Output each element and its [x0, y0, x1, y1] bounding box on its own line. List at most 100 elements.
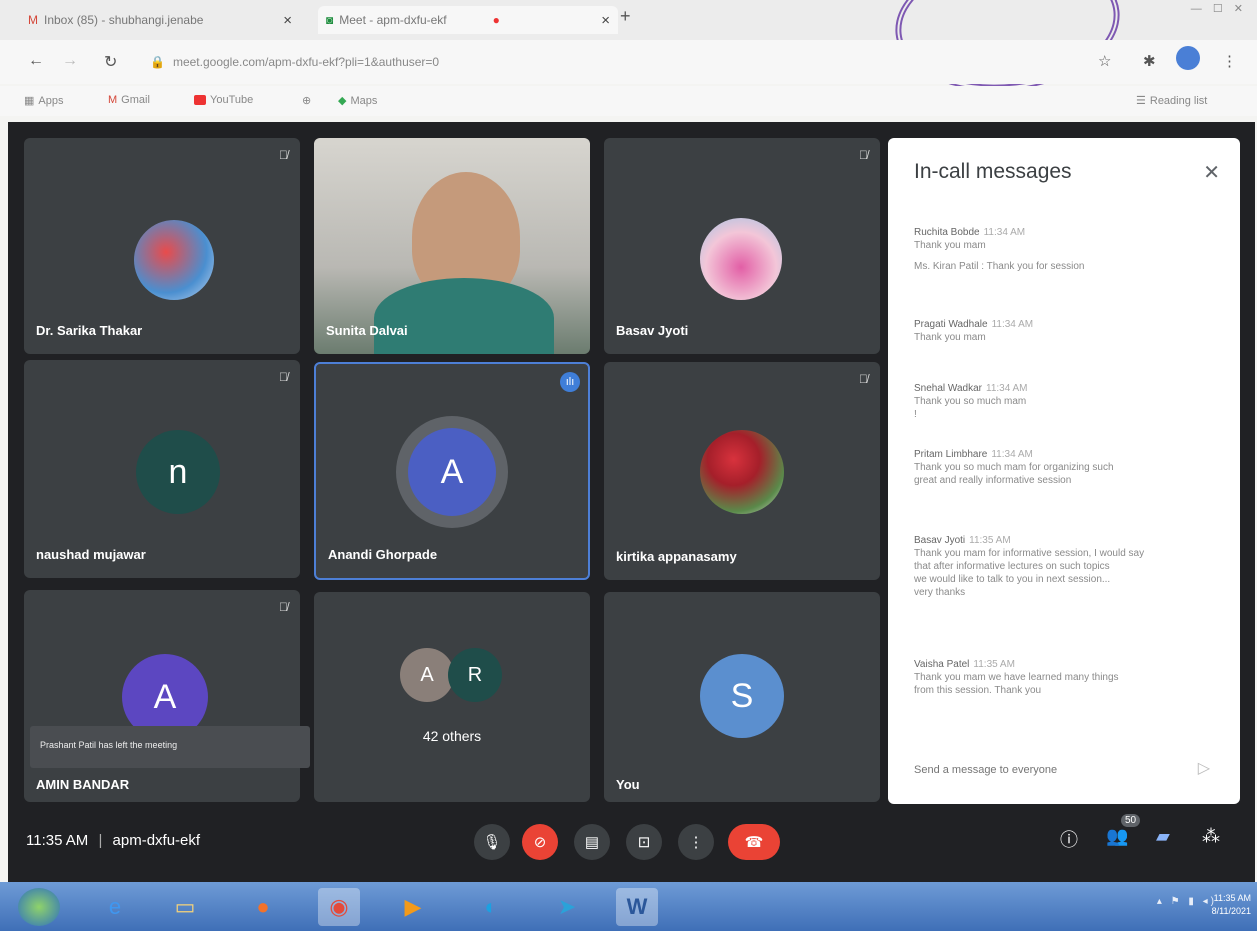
participant-tile[interactable]: 🎙̸ Dr. Sarika Thakar [24, 138, 300, 354]
activities-icon[interactable]: ⁂ [1202, 826, 1220, 847]
bookmark-gmail[interactable]: M Gmail [108, 94, 150, 106]
bookmark-maps[interactable]: ◆ Maps [338, 94, 377, 108]
hangup-icon: ☎ [744, 834, 764, 851]
participant-tile[interactable]: 🎙̸ Basav Jyoti [604, 138, 880, 354]
edge-icon[interactable]: ◐ [470, 888, 512, 926]
participant-video-shoulders [374, 278, 554, 354]
people-count-badge: 50 [1121, 814, 1141, 827]
meet-window: 🎙̸ Dr. Sarika Thakar Sunita Dalvai 🎙̸ Ba… [8, 122, 1255, 882]
media-player-icon[interactable]: ▶ [392, 888, 434, 926]
reading-list-icon: ☰ [1136, 95, 1146, 107]
maps-icon: ◆ [338, 95, 347, 107]
word-icon[interactable]: W [616, 888, 658, 926]
participant-photo-avatar [700, 430, 784, 514]
camera-off-button[interactable]: ⊘ [522, 824, 558, 860]
telegram-icon[interactable]: ➤ [546, 888, 588, 926]
close-tab-icon[interactable]: × [601, 12, 610, 29]
send-icon[interactable]: ▷ [1198, 758, 1210, 778]
participant-tile[interactable]: 🎙̸ kirtika appanasamy [604, 362, 880, 580]
meeting-controls-bar: 11:35 AM | apm-dxfu-ekf 🎙 ⊘ ▤ ⊡ ⋮ ☎ ⓘ 👥 … [8, 812, 1255, 872]
captions-button[interactable]: ▤ [574, 824, 610, 860]
participant-name: naushad mujawar [36, 547, 146, 562]
participant-tile[interactable]: 🎙̸ n naushad mujawar [24, 360, 300, 578]
mic-button[interactable]: 🎙 [474, 824, 510, 860]
others-tile[interactable]: A R 42 others [314, 592, 590, 802]
tab-meet[interactable]: ◙ Meet - apm-dxfu-ekf ● × [318, 6, 618, 34]
meeting-code: apm-dxfu-ekf [112, 832, 201, 849]
chat-title: In-call messages [914, 160, 1072, 183]
menu-icon[interactable]: ⋮ [1222, 52, 1237, 70]
captions-icon: ▤ [584, 834, 600, 851]
participant-name: Sunita Dalvai [326, 323, 408, 338]
profile-avatar[interactable] [1176, 46, 1200, 70]
participant-name: You [616, 777, 640, 792]
participant-name: AMIN BANDAR [36, 777, 130, 792]
star-icon[interactable]: ☆ [1098, 52, 1111, 70]
participant-tile[interactable]: Sunita Dalvai [314, 138, 590, 354]
extensions-icon[interactable]: ✱ [1143, 52, 1156, 70]
taskbar-clock[interactable]: 11:35 AM 8/11/2021 [1212, 892, 1251, 918]
close-tab-icon[interactable]: × [283, 12, 292, 29]
tab-title: Inbox (85) - shubhangi.jenabe [44, 13, 204, 27]
chat-message: Pragati Wadhale 11:34 AM Thank you mam [914, 319, 1034, 343]
info-icon[interactable]: ⓘ [1060, 826, 1078, 852]
participant-photo-avatar [700, 218, 782, 300]
present-button[interactable]: ⊡ [626, 824, 662, 860]
bookmark-youtube[interactable]: YouTube [194, 94, 253, 106]
participant-photo-avatar [134, 220, 214, 300]
participant-letter-avatar: A [408, 428, 496, 516]
gmail-icon: M [108, 94, 118, 106]
tab-gmail[interactable]: M Inbox (85) - shubhangi.jenabe × [20, 6, 300, 34]
folder-icon[interactable]: ▭ [164, 888, 206, 926]
others-count: 42 others [422, 728, 482, 744]
chat-input[interactable] [914, 758, 1214, 782]
participant-letter-avatar: S [700, 654, 784, 738]
chrome-icon[interactable]: ◉ [318, 888, 360, 926]
others-avatar: A [400, 648, 454, 702]
chat-message: Pritam Limbhare 11:34 AM Thank you so muc… [914, 449, 1114, 486]
participant-name: Dr. Sarika Thakar [36, 323, 143, 338]
camera-off-icon: ⊘ [533, 834, 547, 851]
ie-icon[interactable]: e [94, 888, 136, 926]
bookmark-apps[interactable]: ▦ Apps [24, 94, 63, 108]
participant-name: Basav Jyoti [616, 323, 689, 338]
chat-panel: In-call messages ✕ Ruchita Bobde 11:34 AM… [888, 138, 1240, 804]
apps-grid-icon: ▦ [24, 95, 35, 107]
mic-off-icon: 🎙̸ [279, 370, 288, 384]
new-tab-button[interactable]: + [620, 6, 631, 27]
chat-message: Basav Jyoti 11:35 AM Thank you mam for in… [914, 535, 1145, 598]
participant-tile-active-speaker[interactable]: ılı A Anandi Ghorpade [314, 362, 590, 580]
back-icon[interactable]: ← [28, 52, 44, 70]
meet-icon: ◙ [326, 13, 334, 27]
chat-message: Vaisha Patel 11:35 AM Thank you mam we ha… [914, 659, 1119, 696]
gmail-icon: M [28, 13, 38, 27]
window-controls[interactable]: — ☐ ✕ [1191, 2, 1247, 15]
address-bar: ← → ↻ 🔒 meet.google.com/apm-dxfu-ekf?pli… [0, 40, 1257, 84]
more-options-button[interactable]: ⋮ [678, 824, 714, 860]
close-icon[interactable]: ✕ [1203, 160, 1220, 185]
chat-icon[interactable]: ▰ [1156, 826, 1170, 847]
meeting-time: 11:35 AM [26, 832, 89, 849]
chat-message: Ruchita Bobde 11:34 AM Thank you mam Ms. … [914, 227, 1085, 272]
tab-title: Meet - apm-dxfu-ekf [339, 13, 447, 27]
firefox-icon[interactable]: ● [242, 888, 284, 926]
participant-tile-self[interactable]: S You [604, 592, 880, 802]
url-field[interactable]: 🔒 meet.google.com/apm-dxfu-ekf?pli=1&aut… [150, 48, 880, 76]
bookmark-globe[interactable]: ⊕ [302, 94, 311, 107]
reload-icon[interactable]: ↻ [104, 52, 117, 72]
speaking-indicator-icon: ılı [560, 372, 580, 392]
participant-tile[interactable]: 🎙̸ A AMIN BANDAR [24, 590, 300, 802]
leave-call-button[interactable]: ☎ [728, 824, 780, 860]
forward-icon[interactable]: → [62, 52, 78, 70]
mic-off-icon: 🎙̸ [859, 372, 868, 386]
people-icon[interactable]: 👥 [1106, 826, 1128, 847]
reading-list[interactable]: ☰ Reading list [1136, 94, 1207, 108]
more-vert-icon: ⋮ [688, 834, 704, 851]
others-avatar: R [448, 648, 502, 702]
lock-icon: 🔒 [150, 55, 165, 69]
mic-icon: 🎙 [482, 834, 502, 851]
chat-message: Snehal Wadkar 11:34 AM Thank you so much … [914, 383, 1028, 420]
start-button[interactable] [18, 888, 60, 926]
system-tray[interactable]: ▴ ⚑ ▮ ◂) [1157, 896, 1217, 907]
recording-dot-icon: ● [492, 13, 500, 27]
